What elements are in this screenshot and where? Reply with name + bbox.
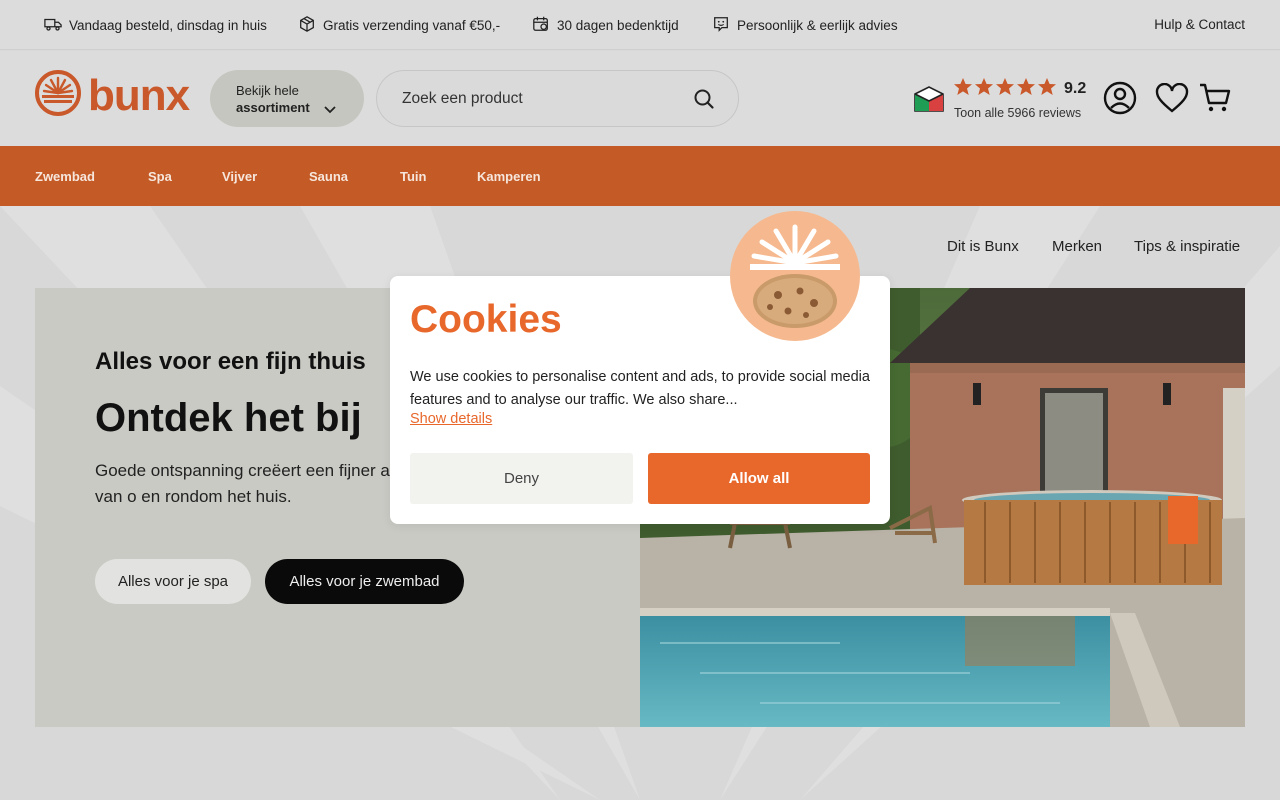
nav-item-zwembad[interactable]: Zwembad <box>35 169 95 184</box>
nav-item-kamperen[interactable]: Kamperen <box>477 169 541 184</box>
usp-text: Gratis verzending vanaf €50,- <box>323 18 501 33</box>
allow-all-button[interactable]: Allow all <box>648 453 870 504</box>
star-icon <box>954 78 972 95</box>
cookie-title: Cookies <box>410 298 562 341</box>
deny-button[interactable]: Deny <box>410 453 633 504</box>
usp-text: 30 dagen bedenktijd <box>557 18 679 33</box>
hero-title: Ontdek het bij <box>95 396 362 440</box>
reviews-link[interactable]: Toon alle 5966 reviews <box>954 106 1081 120</box>
cart-icon[interactable] <box>1198 82 1232 119</box>
usp-shipping: Gratis verzending vanaf €50,- <box>298 15 500 36</box>
usp-text: Persoonlijk & eerlijk advies <box>737 18 898 33</box>
assortment-button[interactable]: Bekijk hele assortiment <box>210 70 364 127</box>
secondary-nav-tips[interactable]: Tips & inspiratie <box>1134 238 1240 255</box>
nav-item-vijver[interactable]: Vijver <box>222 169 257 184</box>
sun-logo-icon <box>34 69 82 122</box>
chat-smile-icon <box>712 15 730 36</box>
secondary-nav-brands[interactable]: Merken <box>1052 238 1102 255</box>
delivery-truck-icon <box>44 15 62 36</box>
return-calendar-icon <box>532 15 550 36</box>
spa-button[interactable]: Alles voor je spa <box>95 559 251 604</box>
usp-delivery: Vandaag besteld, dinsdag in huis <box>44 15 267 36</box>
help-contact-link[interactable]: Hulp & Contact <box>1154 17 1245 32</box>
account-icon[interactable] <box>1103 81 1137 120</box>
star-icon <box>1017 78 1035 95</box>
star-icon <box>996 78 1014 95</box>
heart-icon[interactable] <box>1155 82 1189 118</box>
rating-score: 9.2 <box>1064 80 1087 97</box>
star-icon <box>1038 78 1056 95</box>
search-icon[interactable] <box>693 88 715 115</box>
bunx-logo[interactable]: bunx <box>34 69 190 122</box>
nav-item-tuin[interactable]: Tuin <box>400 169 426 184</box>
package-icon <box>298 15 316 36</box>
usp-return: 30 dagen bedenktijd <box>532 15 679 36</box>
assortment-label-line1: Bekijk hele <box>236 83 299 98</box>
category-nav: Zwembad Spa Vijver Sauna Tuin Kamperen <box>0 146 1280 206</box>
show-details-link[interactable]: Show details <box>410 411 492 427</box>
usp-text: Vandaag besteld, dinsdag in huis <box>69 18 267 33</box>
main-header: bunx Bekijk hele assortiment 9.2 Toon al… <box>0 51 1280 146</box>
cookie-badge-icon <box>730 211 860 341</box>
pool-button[interactable]: Alles voor je zwembad <box>265 559 464 604</box>
top-utility-bar: Vandaag besteld, dinsdag in huis Gratis … <box>0 0 1280 50</box>
nav-item-spa[interactable]: Spa <box>148 169 172 184</box>
search-input[interactable] <box>402 88 672 110</box>
logo-wordmark: bunx <box>88 70 190 120</box>
search-bar <box>376 70 739 127</box>
star-icon <box>975 78 993 95</box>
rating-stars <box>953 77 1057 97</box>
usp-advice: Persoonlijk & eerlijk advies <box>712 15 898 36</box>
kiyoh-logo-icon <box>913 85 945 118</box>
nav-item-sauna[interactable]: Sauna <box>309 169 348 184</box>
assortment-label-line2: assortiment <box>236 100 310 115</box>
hero-subtitle: Alles voor een fijn thuis <box>95 348 366 375</box>
secondary-nav-about[interactable]: Dit is Bunx <box>947 238 1019 255</box>
chevron-down-icon <box>324 101 336 118</box>
cookie-text: We use cookies to personalise content an… <box>410 369 870 408</box>
